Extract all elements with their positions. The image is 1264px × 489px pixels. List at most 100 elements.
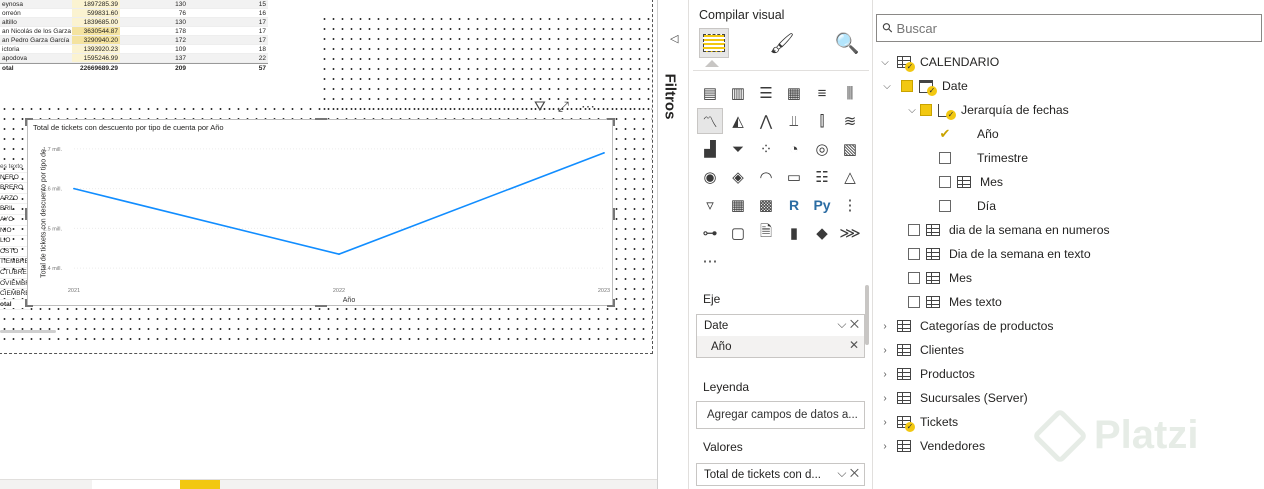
- close-icon[interactable]: ✕: [850, 317, 859, 331]
- format-visual-tab[interactable]: 🖌: [767, 28, 797, 58]
- build-visual-tab[interactable]: [699, 28, 729, 58]
- donut-chart-icon[interactable]: ◎: [809, 136, 835, 162]
- filter-icon[interactable]: ⛛: [534, 99, 546, 113]
- matrix-row[interactable]: LIO: [0, 236, 30, 247]
- matrix-row[interactable]: NERO: [0, 173, 30, 184]
- more-options-icon[interactable]: ⋯: [581, 99, 595, 113]
- focus-mode-icon[interactable]: ⤢: [558, 99, 569, 113]
- treemap-icon[interactable]: ▧: [837, 136, 863, 162]
- chevron-right-icon[interactable]: ›: [879, 393, 891, 404]
- chevron-down-icon[interactable]: ⌵: [879, 57, 891, 68]
- chevron-right-icon[interactable]: ›: [879, 321, 891, 332]
- resize-handle[interactable]: [25, 299, 27, 307]
- line-stacked-column-icon[interactable]: ⫫: [781, 108, 807, 134]
- field-checkbox[interactable]: [901, 80, 913, 92]
- kpi-icon[interactable]: △: [837, 164, 863, 190]
- matrix-icon[interactable]: ▩: [753, 192, 779, 218]
- resize-handle[interactable]: [25, 118, 27, 126]
- line-chart-visual[interactable]: 1.4 mill. 1.5 mill. 1.6 mill. 1.7 mill. 2021…: [25, 118, 615, 307]
- field-checkbox[interactable]: [939, 152, 951, 164]
- field-tree-item[interactable]: › ✓ Tickets: [879, 412, 958, 432]
- multi-row-card-icon[interactable]: ☷: [809, 164, 835, 190]
- waterfall-icon[interactable]: ▟: [697, 136, 723, 162]
- field-tree-item[interactable]: › Productos: [879, 364, 975, 384]
- 100-stacked-column-icon[interactable]: ⫼: [837, 80, 863, 106]
- field-tree-item[interactable]: dia de la semana en numeros: [908, 220, 1110, 240]
- field-checkbox[interactable]: [939, 200, 951, 212]
- resize-handle[interactable]: [25, 208, 27, 220]
- close-icon[interactable]: ✕: [850, 466, 859, 480]
- stacked-area-icon[interactable]: ⋀: [753, 108, 779, 134]
- chevron-down-icon[interactable]: ⌵: [837, 317, 846, 331]
- stacked-bar-icon[interactable]: ▤: [697, 80, 723, 106]
- legend-well[interactable]: Agregar campos de datos a...: [696, 401, 865, 429]
- filled-map-icon[interactable]: ◈: [725, 164, 751, 190]
- chevron-right-icon[interactable]: ›: [879, 345, 891, 356]
- resize-handle[interactable]: [613, 208, 615, 220]
- qa-icon[interactable]: ▢: [725, 220, 751, 246]
- chevron-down-icon[interactable]: ⌵: [837, 466, 846, 480]
- table-row[interactable]: apodova 1595246.99 137 22: [0, 54, 268, 63]
- table-row[interactable]: an Pedro Garza García 3290940.20 172 17: [0, 36, 268, 45]
- page-tab-selected-indicator[interactable]: [180, 480, 220, 489]
- gauge-icon[interactable]: ◠: [753, 164, 779, 190]
- field-tree-item[interactable]: ⌵ ✓ Jerarquía de fechas: [906, 100, 1069, 120]
- filters-pane-collapsed[interactable]: ◁ Filtros: [657, 0, 689, 489]
- visualizations-scrollbar[interactable]: [865, 285, 869, 345]
- sales-table-visual[interactable]: eynosa 1897285.39 130 15 orreón 599831.60 76 16…: [0, 0, 268, 73]
- field-checkbox[interactable]: [939, 176, 951, 188]
- line-clustered-column-icon[interactable]: ⫿: [809, 108, 835, 134]
- matrix-row[interactable]: OSTO: [0, 247, 30, 258]
- expand-filters-icon[interactable]: ◁: [670, 32, 678, 45]
- chevron-right-icon[interactable]: ›: [879, 417, 891, 428]
- key-influencers-icon[interactable]: ⋮: [837, 192, 863, 218]
- more-visuals-icon[interactable]: ⋯: [697, 248, 723, 274]
- field-checkbox[interactable]: [908, 248, 920, 260]
- power-automate-icon[interactable]: ⋙: [837, 220, 863, 246]
- table-row[interactable]: altillo 1839685.00 130 17: [0, 18, 268, 27]
- resize-handle[interactable]: [613, 118, 615, 126]
- field-checkbox[interactable]: ✔: [939, 127, 951, 140]
- clustered-column-icon[interactable]: ▦: [781, 80, 807, 106]
- card-icon[interactable]: ▭: [781, 164, 807, 190]
- clustered-bar-icon[interactable]: ☰: [753, 80, 779, 106]
- field-tree-item[interactable]: Dia de la semana en texto: [908, 244, 1091, 264]
- axis-field-date[interactable]: Date ⌵ ✕: [697, 315, 864, 336]
- scatter-icon[interactable]: ⁘: [753, 136, 779, 162]
- report-canvas[interactable]: eynosa 1897285.39 130 15 orreón 599831.60 76 16…: [0, 0, 657, 489]
- field-tree-item[interactable]: Mes texto: [908, 292, 1002, 312]
- matrix-scrollbar[interactable]: [0, 330, 56, 333]
- field-tree-item[interactable]: › Clientes: [879, 340, 964, 360]
- 100-stacked-bar-icon[interactable]: ≡: [809, 80, 835, 106]
- field-tree-item[interactable]: › Sucursales (Server): [879, 388, 1027, 408]
- matrix-row[interactable]: CTUBRE: [0, 268, 30, 279]
- field-tree-item[interactable]: Mes: [939, 172, 1003, 192]
- close-icon[interactable]: ✕: [845, 338, 859, 352]
- r-visual-icon[interactable]: R: [781, 192, 807, 218]
- field-checkbox[interactable]: [908, 224, 920, 236]
- map-icon[interactable]: ◉: [697, 164, 723, 190]
- matrix-row[interactable]: ARZO: [0, 194, 30, 205]
- table-icon[interactable]: ▦: [725, 192, 751, 218]
- values-well[interactable]: Total de tickets con d... ⌵ ✕: [696, 463, 865, 486]
- table-row[interactable]: ictoria 1393920.23 109 18: [0, 45, 268, 54]
- axis-subfield-year[interactable]: Año ✕: [697, 336, 864, 357]
- matrix-row[interactable]: TIEMBRE: [0, 257, 30, 268]
- month-matrix-visual[interactable]: es texto NERO BRERO ARZO BRIL AYO NIO LIO OSTO TI…: [0, 162, 30, 311]
- resize-handle[interactable]: [315, 305, 327, 307]
- python-visual-icon[interactable]: Py: [809, 192, 835, 218]
- chevron-right-icon[interactable]: ›: [879, 441, 891, 452]
- pie-chart-icon[interactable]: ◔: [781, 136, 807, 162]
- smart-narrative-icon[interactable]: 🗎: [753, 220, 779, 246]
- decomposition-tree-icon[interactable]: ⊶: [697, 220, 723, 246]
- table-row[interactable]: eynosa 1897285.39 130 15: [0, 0, 268, 9]
- line-chart-icon[interactable]: 〽: [697, 108, 723, 134]
- table-row[interactable]: orreón 599831.60 76 16: [0, 9, 268, 18]
- values-field[interactable]: Total de tickets con d... ⌵ ✕: [697, 464, 864, 485]
- matrix-row[interactable]: BRERO: [0, 183, 30, 194]
- resize-handle[interactable]: [613, 299, 615, 307]
- field-tree-item[interactable]: › Vendedores: [879, 436, 985, 456]
- field-tree-item[interactable]: ⌵ ✓ CALENDARIO: [879, 52, 999, 72]
- power-apps-icon[interactable]: ◆: [809, 220, 835, 246]
- field-checkbox[interactable]: [908, 272, 920, 284]
